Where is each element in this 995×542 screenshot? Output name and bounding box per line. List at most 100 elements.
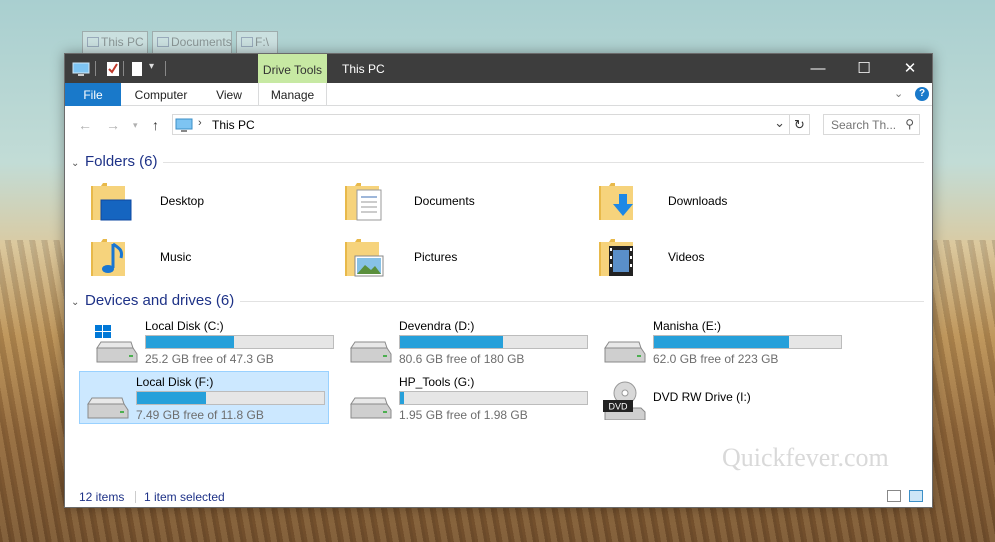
drive-free-space: 62.0 GB free of 223 GB xyxy=(653,352,779,366)
refresh-button[interactable]: ↻ xyxy=(790,114,810,135)
downloads-folder-icon xyxy=(599,183,633,220)
folders-group-header[interactable]: ⌄ Folders (6) xyxy=(71,153,158,171)
minimize-button[interactable]: — xyxy=(795,54,841,83)
drive-e[interactable]: Manisha (E:) 62.0 GB free of 223 GB xyxy=(597,316,847,368)
chevron-down-icon[interactable]: ⌄ xyxy=(894,87,903,100)
watermark: Quickfever.com xyxy=(722,443,889,472)
new-folder-icon[interactable] xyxy=(130,60,144,78)
large-icons-view-icon[interactable] xyxy=(909,490,923,502)
back-arrow-icon[interactable]: ← xyxy=(78,117,92,133)
devices-group-header[interactable]: ⌄ Devices and drives (6) xyxy=(71,292,234,310)
drive-usage-fill xyxy=(400,392,404,404)
folder-documents[interactable]: Documents xyxy=(343,180,583,232)
background-tab-f-drive[interactable]: F:\ xyxy=(236,31,278,53)
background-tab-documents[interactable]: Documents xyxy=(152,31,232,53)
folder-label: Videos xyxy=(668,250,705,264)
drive-usage-bar xyxy=(399,391,588,405)
drive-usage-bar xyxy=(399,335,588,349)
computer-icon[interactable] xyxy=(72,60,90,78)
close-button[interactable]: ✕ xyxy=(887,54,933,83)
folder-music[interactable]: Music xyxy=(89,236,329,288)
dvd-label: DVD xyxy=(608,402,628,412)
help-icon[interactable]: ? xyxy=(915,87,929,101)
drive-d[interactable]: Devendra (D:) 80.6 GB free of 180 GB xyxy=(343,316,593,368)
title-bar: ▾ Drive Tools This PC — ☐ ✕ xyxy=(65,54,932,83)
drive-usage-bar xyxy=(145,335,334,349)
drive-f[interactable]: Local Disk (F:) 7.49 GB free of 11.8 GB xyxy=(79,371,329,424)
background-tab-label: This PC xyxy=(101,35,144,49)
drive-free-space: 80.6 GB free of 180 GB xyxy=(399,352,525,366)
videos-folder-icon xyxy=(599,239,633,276)
details-view-icon[interactable] xyxy=(887,490,901,502)
drive-usage-fill xyxy=(654,336,789,348)
up-arrow-icon[interactable]: ↑ xyxy=(152,117,159,133)
hard-drive-icon xyxy=(604,341,646,363)
drive-usage-fill xyxy=(146,336,234,348)
background-tab-this-pc[interactable]: This PC xyxy=(82,31,148,53)
computer-icon xyxy=(175,118,193,132)
background-tab-label: F:\ xyxy=(255,35,269,49)
drive-c[interactable]: Local Disk (C:) 25.2 GB free of 47.3 GB xyxy=(89,316,339,368)
drive-usage-fill xyxy=(400,336,503,348)
drive-name: Manisha (E:) xyxy=(653,319,722,333)
recent-locations-icon[interactable]: ▾ xyxy=(133,120,138,131)
ribbon-tab-bar: File Computer View Manage ⌄ ? xyxy=(65,83,932,106)
breadcrumb-separator-icon[interactable]: › xyxy=(198,117,202,129)
devices-heading: Devices and drives (6) xyxy=(85,292,235,309)
customize-toolbar-icon[interactable]: ▾ xyxy=(149,61,154,79)
forward-arrow-icon[interactable]: → xyxy=(106,117,120,133)
drive-free-space: 7.49 GB free of 11.8 GB xyxy=(136,408,264,422)
folder-desktop[interactable]: Desktop xyxy=(89,180,329,232)
document-icon xyxy=(157,37,169,47)
toolbar-divider xyxy=(123,61,124,76)
music-folder-icon xyxy=(91,239,125,276)
address-bar[interactable]: › This PC ⌄ xyxy=(172,114,790,135)
drive-name: DVD RW Drive (I:) xyxy=(653,390,751,404)
folder-downloads[interactable]: Downloads xyxy=(597,180,837,232)
maximize-button[interactable]: ☐ xyxy=(841,54,887,83)
file-explorer-window: ▾ Drive Tools This PC — ☐ ✕ File Compute… xyxy=(64,53,933,508)
search-input[interactable] xyxy=(824,115,902,134)
chevron-down-icon[interactable]: ⌄ xyxy=(71,297,85,308)
desktop-folder-icon xyxy=(91,183,132,221)
drive-name: HP_Tools (G:) xyxy=(399,375,475,389)
status-bar: 12 items 1 item selected xyxy=(65,487,932,507)
chevron-down-icon[interactable]: ⌄ xyxy=(71,158,85,169)
computer-icon xyxy=(87,37,99,47)
folder-pictures[interactable]: Pictures xyxy=(343,236,583,288)
drive-name: Local Disk (F:) xyxy=(136,375,214,389)
folders-heading: Folders (6) xyxy=(85,153,158,170)
window-title: This PC xyxy=(342,62,385,76)
folder-label: Downloads xyxy=(668,194,728,208)
hard-drive-icon xyxy=(350,397,392,419)
documents-folder-icon xyxy=(345,183,382,221)
drive-usage-bar xyxy=(136,391,325,405)
drive-g[interactable]: HP_Tools (G:) 1.95 GB free of 1.98 GB xyxy=(343,372,593,424)
pictures-folder-icon xyxy=(345,239,384,277)
tab-view[interactable]: View xyxy=(201,83,257,106)
search-box[interactable]: ⚲ xyxy=(823,114,920,135)
drive-i-dvd[interactable]: DVD DVD RW Drive (I:) xyxy=(597,372,847,424)
folder-label: Pictures xyxy=(414,250,458,264)
toolbar-divider xyxy=(95,61,96,76)
breadcrumb-this-pc[interactable]: This PC xyxy=(212,118,255,132)
tab-computer[interactable]: Computer xyxy=(123,83,199,106)
tab-file[interactable]: File xyxy=(65,83,121,106)
item-count: 12 items xyxy=(79,490,125,504)
selected-count: 1 item selected xyxy=(144,490,225,504)
status-divider xyxy=(135,491,136,503)
drive-free-space: 25.2 GB free of 47.3 GB xyxy=(145,352,274,366)
folder-label: Documents xyxy=(414,194,475,208)
properties-icon[interactable] xyxy=(105,60,121,78)
hard-drive-icon xyxy=(87,397,129,419)
drive-usage-fill xyxy=(137,392,207,404)
folder-videos[interactable]: Videos xyxy=(597,236,837,288)
windows-drive-icon xyxy=(95,325,138,363)
search-icon[interactable]: ⚲ xyxy=(905,117,914,131)
folder-label: Music xyxy=(160,250,192,264)
tab-manage[interactable]: Manage xyxy=(258,83,327,106)
address-dropdown-icon[interactable]: ⌄ xyxy=(774,115,785,131)
dvd-drive-icon: DVD xyxy=(603,381,646,420)
drive-name: Local Disk (C:) xyxy=(145,319,224,333)
group-divider xyxy=(163,162,924,163)
